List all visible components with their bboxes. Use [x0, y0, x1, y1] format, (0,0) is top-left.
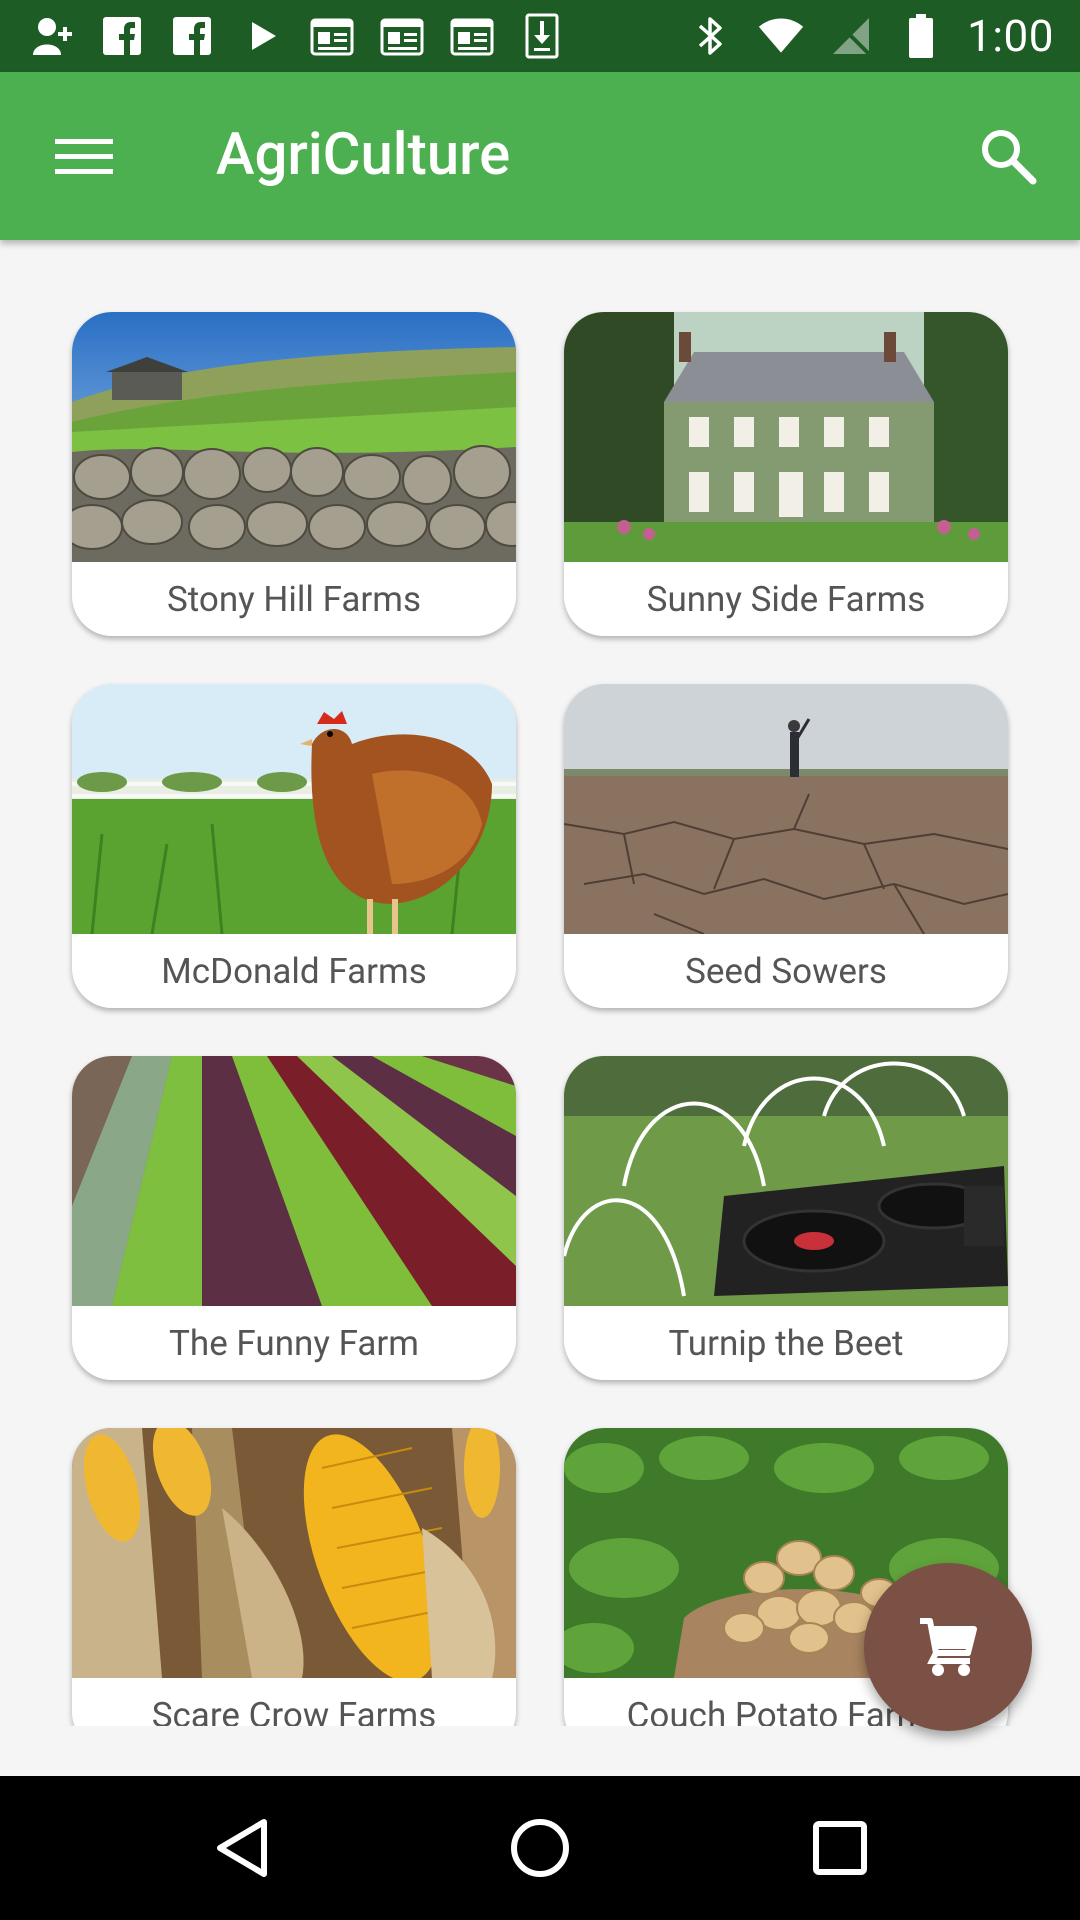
bluetooth-icon [687, 12, 735, 60]
farm-grid: Stony Hill Farms Sunny Side Farms McDona… [0, 240, 1080, 1726]
search-button[interactable] [966, 117, 1050, 195]
app-bar: AgriCulture [0, 72, 1080, 240]
status-time: 1:00 [967, 10, 1054, 62]
farm-name: McDonald Farms [161, 950, 427, 992]
status-bar: 1:00 [0, 0, 1080, 72]
farm-card[interactable]: The Funny Farm [72, 1056, 516, 1380]
home-circle-icon [511, 1819, 569, 1877]
back-button[interactable] [194, 1800, 290, 1896]
manor-house-image [564, 312, 1008, 562]
facebook-icon [98, 12, 146, 60]
farm-card[interactable]: Sunny Side Farms [564, 312, 1008, 636]
farm-name: The Funny Farm [169, 1322, 419, 1364]
farm-card[interactable]: Seed Sowers [564, 684, 1008, 1008]
chicken-image [72, 684, 516, 934]
play-icon [238, 12, 286, 60]
home-button[interactable] [492, 1800, 588, 1896]
app-title: AgriCulture [216, 121, 511, 189]
farm-name: Seed Sowers [685, 950, 887, 992]
farm-card[interactable]: McDonald Farms [72, 684, 516, 1008]
cart-button[interactable] [864, 1563, 1032, 1731]
lettuce-rows-image [72, 1056, 516, 1306]
stone-wall-field-image [72, 312, 516, 562]
wifi-icon [757, 12, 805, 60]
turntable-field-image [564, 1056, 1008, 1306]
back-triangle-icon [217, 1819, 267, 1877]
recents-square-icon [813, 1821, 867, 1875]
farm-name: Scare Crow Farms [151, 1694, 437, 1727]
battery-icon [897, 12, 945, 60]
add-contact-icon [28, 12, 76, 60]
farm-name: Stony Hill Farms [166, 578, 422, 620]
facebook-icon [168, 12, 216, 60]
farm-name: Turnip the Beet [668, 1322, 904, 1364]
farm-card[interactable]: Turnip the Beet [564, 1056, 1008, 1380]
no-signal-icon [827, 12, 875, 60]
cart-icon [920, 1618, 977, 1676]
search-icon [982, 130, 1037, 185]
farm-card[interactable]: Scare Crow Farms [72, 1428, 516, 1726]
recents-button[interactable] [792, 1800, 888, 1896]
corn-image [72, 1428, 516, 1678]
navigation-bar [0, 1776, 1080, 1920]
farm-name: Sunny Side Farms [646, 578, 926, 620]
news-icon [448, 12, 496, 60]
news-icon [308, 12, 356, 60]
hamburger-menu-icon [55, 139, 113, 174]
menu-button[interactable] [42, 117, 126, 195]
farm-card[interactable]: Stony Hill Farms [72, 312, 516, 636]
dry-field-image [564, 684, 1008, 934]
news-icon [378, 12, 426, 60]
download-icon [518, 12, 566, 60]
